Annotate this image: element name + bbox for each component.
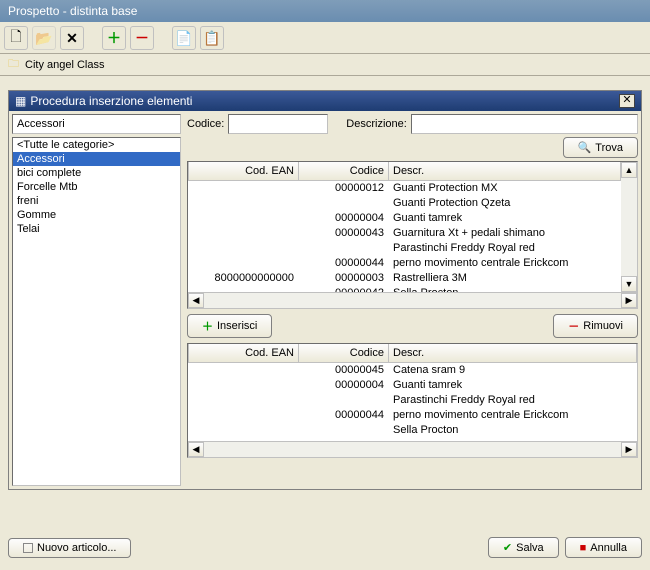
- stop-icon: ■: [580, 542, 587, 554]
- close-button[interactable]: ✕: [619, 94, 635, 108]
- table-row[interactable]: 00000042Sella Procton: [189, 285, 621, 292]
- category-item[interactable]: Accessori: [13, 152, 180, 166]
- remove-button[interactable]: －: [130, 26, 154, 50]
- annulla-label: Annulla: [590, 542, 627, 554]
- hscroll-lower[interactable]: ◀ ▶: [188, 441, 637, 457]
- selected-table[interactable]: Cod. EAN Codice Descr. 00000045Catena sr…: [187, 343, 638, 458]
- checkbox-icon: [23, 543, 33, 553]
- new-button[interactable]: 🗋: [4, 26, 28, 50]
- trova-button[interactable]: 🔍 Trova: [563, 137, 638, 158]
- table-row[interactable]: Sella Procton: [189, 422, 637, 437]
- category-item[interactable]: Gomme: [13, 208, 180, 222]
- table-row[interactable]: 00000012Guanti Protection MX: [189, 180, 621, 195]
- col-ean-header[interactable]: Cod. EAN: [189, 344, 299, 362]
- col-codice-header[interactable]: Codice: [299, 162, 389, 180]
- col-ean-header[interactable]: Cod. EAN: [189, 162, 299, 180]
- dialog-icon: ▦: [15, 94, 26, 108]
- paste-icon: 📋: [203, 30, 220, 47]
- plus-icon: ＋: [202, 318, 213, 334]
- plus-icon: ＋: [107, 28, 121, 48]
- annulla-button[interactable]: ■ Annulla: [565, 537, 642, 558]
- check-icon: ✔: [503, 541, 512, 554]
- col-descr-header[interactable]: Descr.: [389, 162, 621, 180]
- table-row[interactable]: 00000004Guanti tamrek: [189, 377, 637, 392]
- rimuovi-label: Rimuovi: [583, 320, 623, 332]
- window-title: Prospetto - distinta base: [8, 4, 137, 18]
- category-list[interactable]: <Tutte le categorie>Accessoribici comple…: [12, 137, 181, 486]
- new-icon: 🗋: [10, 26, 21, 50]
- scroll-left-icon[interactable]: ◀: [188, 442, 204, 457]
- rimuovi-button[interactable]: － Rimuovi: [553, 314, 638, 338]
- search-icon: 🔍: [578, 141, 592, 154]
- open-icon: 📂: [35, 30, 52, 47]
- salva-button[interactable]: ✔ Salva: [488, 537, 559, 558]
- scroll-up-icon[interactable]: ▲: [621, 162, 637, 178]
- window-titlebar: Prospetto - distinta base: [0, 0, 650, 22]
- minus-icon: －: [568, 318, 579, 334]
- results-pane: Codice: Descrizione: 🔍 Trova: [184, 111, 641, 489]
- codice-input[interactable]: [228, 114, 328, 134]
- table-row[interactable]: 800000000000000000003Rastrelliera 3M: [189, 270, 621, 285]
- main-toolbar: 🗋 📂 ✕ ＋ － 📄 📋: [0, 22, 650, 54]
- codice-label: Codice:: [187, 118, 224, 130]
- open-button[interactable]: 📂: [32, 26, 56, 50]
- dialog-title: Procedura inserzione elementi: [30, 94, 192, 108]
- trova-label: Trova: [595, 142, 623, 154]
- insert-elements-dialog: ▦ Procedura inserzione elementi ✕ <Tutte…: [8, 90, 642, 490]
- descrizione-input[interactable]: [411, 114, 638, 134]
- dialog-titlebar: ▦ Procedura inserzione elementi ✕: [9, 91, 641, 111]
- scroll-down-icon[interactable]: ▼: [621, 276, 637, 292]
- inserisci-label: Inserisci: [217, 320, 257, 332]
- category-item[interactable]: <Tutte le categorie>: [13, 138, 180, 152]
- category-item[interactable]: Telai: [13, 222, 180, 236]
- delete-icon: ✕: [66, 30, 78, 47]
- table-row[interactable]: Parastinchi Freddy Royal red: [189, 392, 637, 407]
- paste-button[interactable]: 📋: [200, 26, 224, 50]
- category-search-input[interactable]: [12, 114, 181, 134]
- available-table[interactable]: Cod. EAN Codice Descr. 00000012Guanti Pr…: [187, 161, 638, 309]
- table-row[interactable]: 00000045Catena sram 9: [189, 362, 637, 377]
- hscroll-upper[interactable]: ◀ ▶: [188, 292, 637, 308]
- copy-button[interactable]: 📄: [172, 26, 196, 50]
- add-button[interactable]: ＋: [102, 26, 126, 50]
- vscroll-upper[interactable]: ▲ ▼: [621, 162, 637, 292]
- minus-icon: －: [135, 28, 149, 48]
- descrizione-label: Descrizione:: [346, 118, 407, 130]
- category-item[interactable]: bici complete: [13, 166, 180, 180]
- delete-button[interactable]: ✕: [60, 26, 84, 50]
- table-row[interactable]: 00000044perno movimento centrale Erickco…: [189, 407, 637, 422]
- table-row[interactable]: 00000043Guarnitura Xt + pedali shimano: [189, 225, 621, 240]
- category-item[interactable]: Forcelle Mtb: [13, 180, 180, 194]
- breadcrumb-label[interactable]: City angel Class: [25, 59, 104, 71]
- salva-label: Salva: [516, 542, 544, 554]
- folder-icon: 🗀: [8, 55, 19, 74]
- scroll-right-icon[interactable]: ▶: [621, 442, 637, 457]
- category-pane: <Tutte le categorie>Accessoribici comple…: [9, 111, 184, 489]
- table-row[interactable]: Parastinchi Freddy Royal red: [189, 240, 621, 255]
- scroll-left-icon[interactable]: ◀: [188, 293, 204, 308]
- col-descr-header[interactable]: Descr.: [389, 344, 637, 362]
- category-item[interactable]: freni: [13, 194, 180, 208]
- table-row[interactable]: 00000044perno movimento centrale Erickco…: [189, 255, 621, 270]
- copy-icon: 📄: [175, 30, 192, 47]
- inserisci-button[interactable]: ＋ Inserisci: [187, 314, 272, 338]
- scroll-right-icon[interactable]: ▶: [621, 293, 637, 308]
- table-row[interactable]: 00000004Guanti tamrek: [189, 210, 621, 225]
- breadcrumb: 🗀 City angel Class: [0, 54, 650, 76]
- nuovo-articolo-button[interactable]: Nuovo articolo...: [8, 538, 131, 558]
- footer-bar: Nuovo articolo... ✔ Salva ■ Annulla: [8, 533, 642, 562]
- nuovo-label: Nuovo articolo...: [37, 542, 116, 554]
- col-codice-header[interactable]: Codice: [299, 344, 389, 362]
- table-row[interactable]: Guanti Protection Qzeta: [189, 195, 621, 210]
